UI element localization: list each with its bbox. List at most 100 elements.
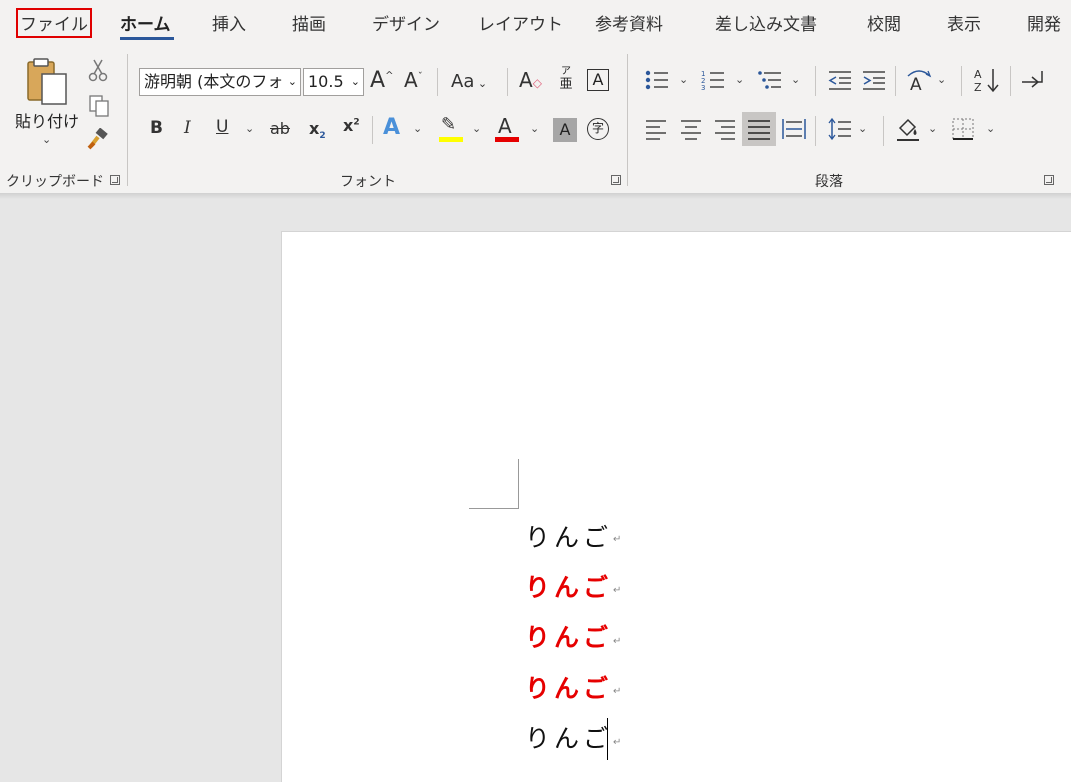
- shading-icon[interactable]: [895, 116, 921, 146]
- change-case-button[interactable]: Aa ⌄: [451, 73, 487, 91]
- clear-formatting-icon[interactable]: A◇: [519, 70, 542, 90]
- bullets-icon[interactable]: [644, 68, 670, 96]
- tab-draw[interactable]: 描画: [292, 10, 326, 35]
- paste-dropdown-arrow[interactable]: ⌄: [42, 133, 51, 146]
- font-name-combobox[interactable]: 游明朝 (本文のフォ ⌄: [139, 68, 301, 96]
- strikethrough-icon[interactable]: ab: [270, 121, 290, 137]
- align-right-icon[interactable]: [713, 118, 737, 144]
- paste-icon: [27, 58, 67, 105]
- document-line-1[interactable]: りんご: [525, 518, 612, 554]
- borders-dropdown[interactable]: ⌄: [986, 122, 995, 135]
- justify-button[interactable]: [742, 112, 776, 146]
- tab-home[interactable]: ホーム: [120, 10, 171, 35]
- separator: [372, 116, 373, 144]
- font-size-combobox[interactable]: 10.5 ⌄: [303, 68, 364, 96]
- ribbon-shadow: [0, 193, 1071, 199]
- italic-icon[interactable]: I: [184, 120, 191, 137]
- show-hide-marks-icon[interactable]: [1020, 68, 1048, 96]
- ribbon-tab-bar: ファイル ホーム 挿入 描画 デザイン レイアウト 参考資料 差し込み文書 校閲…: [0, 0, 1071, 46]
- copy-icon[interactable]: [88, 94, 110, 122]
- text-effects-dropdown[interactable]: ⌄: [413, 122, 422, 135]
- sort-icon[interactable]: AZ: [973, 66, 1001, 98]
- document-line-3[interactable]: りんご: [525, 618, 612, 654]
- grow-font-icon[interactable]: A^: [370, 70, 393, 92]
- chevron-down-icon: ⌄: [287, 75, 297, 88]
- font-color-bar: [495, 137, 519, 142]
- tab-insert[interactable]: 挿入: [212, 10, 246, 35]
- tab-view[interactable]: 表示: [947, 10, 981, 35]
- separator: [1010, 66, 1011, 96]
- line-spacing-dropdown[interactable]: ⌄: [858, 122, 867, 135]
- enclose-characters-icon[interactable]: 字: [587, 118, 609, 140]
- tab-references[interactable]: 参考資料: [595, 10, 663, 35]
- shading-dropdown[interactable]: ⌄: [928, 122, 937, 135]
- multilevel-dropdown[interactable]: ⌄: [791, 73, 800, 86]
- bold-icon[interactable]: B: [150, 120, 163, 137]
- increase-indent-icon[interactable]: [861, 68, 887, 96]
- font-color-icon[interactable]: A: [498, 116, 512, 136]
- character-shading-icon[interactable]: A: [553, 118, 577, 142]
- numbering-icon[interactable]: 123: [700, 68, 726, 96]
- phonetic-bottom: 亜: [559, 77, 573, 92]
- paragraph-mark: ↵: [613, 686, 622, 697]
- tab-layout[interactable]: レイアウト: [478, 10, 563, 35]
- text-direction-icon[interactable]: A: [906, 68, 934, 96]
- text-direction-dropdown[interactable]: ⌄: [937, 73, 946, 86]
- line-spacing-icon[interactable]: [827, 117, 853, 145]
- font-color-dropdown[interactable]: ⌄: [530, 122, 539, 135]
- align-left-icon[interactable]: [644, 118, 668, 144]
- borders-icon[interactable]: [951, 117, 975, 145]
- superscript-icon[interactable]: x2: [343, 118, 360, 134]
- svg-text:A: A: [910, 75, 922, 92]
- paragraph-mark: ↵: [613, 585, 622, 596]
- document-page[interactable]: [281, 231, 1071, 782]
- document-line-2[interactable]: りんご: [525, 568, 612, 604]
- font-group-label: フォント: [340, 174, 396, 190]
- document-line-5[interactable]: りんご: [525, 719, 612, 755]
- tab-mailings[interactable]: 差し込み文書: [715, 10, 817, 35]
- phonetic-guide-icon[interactable]: ア 亜: [556, 66, 576, 96]
- text-effects-icon[interactable]: A: [383, 117, 400, 139]
- clipboard-dialog-launcher[interactable]: [110, 175, 120, 185]
- paste-label[interactable]: 貼り付け: [15, 108, 79, 132]
- numbering-dropdown[interactable]: ⌄: [735, 73, 744, 86]
- svg-text:A: A: [974, 68, 982, 81]
- separator: [815, 66, 816, 96]
- highlighter-icon[interactable]: ✎: [441, 116, 456, 134]
- bullets-dropdown[interactable]: ⌄: [679, 73, 688, 86]
- tab-review[interactable]: 校閲: [867, 10, 901, 35]
- separator: [895, 66, 896, 96]
- highlight-dropdown[interactable]: ⌄: [472, 122, 481, 135]
- phonetic-top: ア: [561, 66, 571, 77]
- paragraph-dialog-launcher[interactable]: [1044, 175, 1054, 185]
- font-dialog-launcher[interactable]: [611, 175, 621, 185]
- svg-text:Z: Z: [974, 81, 982, 94]
- multilevel-list-icon[interactable]: [757, 68, 785, 96]
- underline-dropdown[interactable]: ⌄: [245, 122, 254, 135]
- decrease-indent-icon[interactable]: [827, 68, 853, 96]
- clipboard-group-label: クリップボード: [6, 174, 104, 190]
- separator: [507, 68, 508, 96]
- shrink-font-icon[interactable]: Aˇ: [404, 70, 423, 90]
- document-line-4[interactable]: りんご: [525, 669, 612, 705]
- align-center-icon[interactable]: [679, 118, 703, 144]
- justify-icon: [748, 120, 770, 140]
- format-painter-icon[interactable]: [86, 127, 110, 156]
- character-border-icon[interactable]: A: [587, 69, 609, 91]
- underline-icon[interactable]: U: [216, 119, 228, 136]
- tab-design[interactable]: デザイン: [372, 10, 440, 35]
- change-case-label: Aa: [451, 71, 475, 92]
- distributed-icon[interactable]: [781, 117, 807, 145]
- ribbon: ファイル ホーム 挿入 描画 デザイン レイアウト 参考資料 差し込み文書 校閲…: [0, 0, 1071, 193]
- chevron-down-icon: ⌄: [350, 75, 360, 88]
- paste-button[interactable]: [22, 58, 70, 110]
- enclosed-char: 字: [591, 121, 604, 135]
- margin-corner-mark: [469, 508, 519, 509]
- cut-icon[interactable]: [88, 58, 108, 86]
- paragraph-mark: ↵: [613, 737, 622, 748]
- subscript-icon[interactable]: x2: [309, 120, 326, 141]
- tab-file[interactable]: ファイル: [16, 8, 92, 38]
- font-size-value: 10.5: [308, 72, 344, 91]
- tab-developer[interactable]: 開発: [1027, 10, 1061, 35]
- svg-text:3: 3: [701, 84, 705, 92]
